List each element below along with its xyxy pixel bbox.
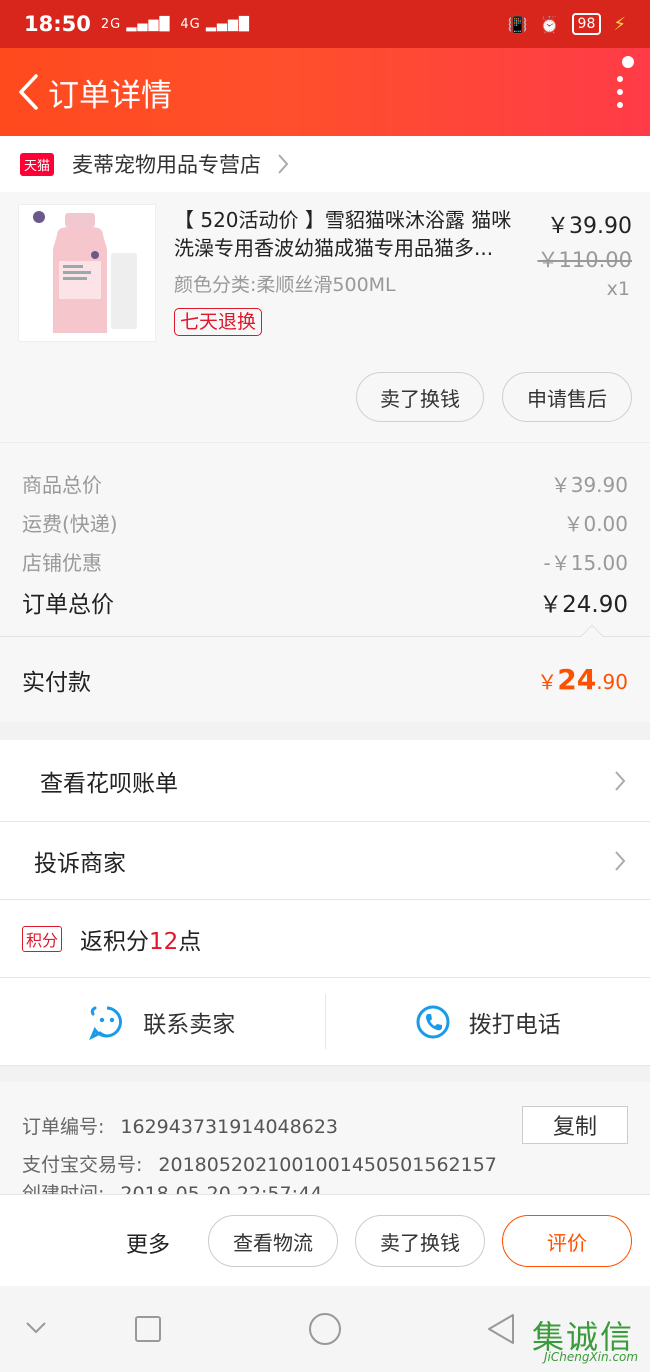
store-name: 麦蒂宠物用品专营店 [72, 153, 262, 177]
recent-apps-icon[interactable] [134, 1315, 162, 1343]
back-button[interactable] [0, 48, 46, 136]
chevron-right-icon [615, 850, 626, 871]
call-phone-button[interactable]: 拨打电话 [326, 978, 650, 1065]
product-card[interactable]: 【 520活动价 】雪貂猫咪沐浴露 猫咪洗澡专用香波幼猫成猫专用品猫多... 颜… [0, 192, 650, 442]
contact-seller-label: 联系卖家 [143, 1011, 236, 1038]
signal-indicator-2: 4G ▂▄▆█ [180, 16, 250, 32]
copy-order-number-button[interactable]: 复制 [522, 1106, 628, 1144]
huabei-bill-link[interactable]: 查看花呗账单 [0, 740, 650, 822]
cost-row-discount: 店铺优惠 -￥15.00 [22, 547, 628, 576]
vibrate-icon: 📳 [507, 14, 528, 34]
paid-integer: 24 [557, 663, 597, 696]
cost-label: 运费(快递) [22, 512, 118, 536]
complain-seller-link[interactable]: 投诉商家 [0, 822, 650, 900]
product-spec: 颜色分类:柔顺丝滑500ML [174, 274, 396, 296]
signal-indicator-1: 2G ▂▄▆█ [100, 16, 171, 32]
product-title: 【 520活动价 】雪貂猫咪沐浴露 猫咪洗澡专用香波幼猫成猫专用品猫多... [174, 208, 512, 260]
order-links: 查看花呗账单 投诉商家 积分 返积分12点 联系卖家 拨打电话 [0, 740, 650, 1066]
paid-amount: ￥24.90 [537, 663, 628, 696]
store-row[interactable]: 天猫 麦蒂宠物用品专营店 [0, 136, 650, 192]
more-menu-button[interactable] [590, 48, 650, 136]
shampoo-bottle-icon [33, 211, 137, 333]
alipay-trade-line: 支付宝交易号: 2018052021001001450501562157 [22, 1150, 497, 1177]
paid-amount-row: 实付款 ￥24.90 [0, 624, 650, 722]
created-time-value: 2018-05-20 22:57:44 [120, 1183, 323, 1194]
order-number-value: 162943731914048623 [120, 1116, 338, 1138]
status-time: 18:50 [24, 12, 91, 36]
chat-smiley-icon [89, 1006, 123, 1040]
notification-dot [622, 56, 634, 68]
points-suffix: 点 [178, 928, 202, 955]
cost-value: ￥0.00 [563, 512, 628, 536]
watermark-domain: JiChengXin.com [544, 1350, 639, 1364]
order-total-value: ￥24.90 [539, 592, 628, 618]
view-logistics-button[interactable]: 查看物流 [208, 1215, 338, 1267]
alarm-icon: ⏰ [539, 14, 560, 34]
paid-label: 实付款 [22, 669, 91, 696]
call-phone-label: 拨打电话 [468, 1011, 561, 1038]
points-row: 积分 返积分12点 [0, 900, 650, 978]
order-info: 订单编号: 162943731914048623 复制 支付宝交易号: 201805… [0, 1082, 650, 1194]
back-arrow-icon [19, 74, 38, 110]
charging-icon: ⚡ [613, 13, 626, 35]
chevron-right-icon [615, 770, 626, 791]
alipay-trade-label: 支付宝交易号: [22, 1154, 143, 1176]
points-prefix: 返积分 [80, 928, 150, 955]
cost-row-subtotal: 商品总价 ￥39.90 [22, 469, 628, 498]
points-value: 12 [149, 928, 179, 955]
order-total-row: 订单总价 ￥24.90 [22, 585, 628, 619]
contact-row: 联系卖家 拨打电话 [0, 978, 650, 1066]
more-dot-icon [617, 102, 623, 108]
cost-value: ￥39.90 [550, 473, 628, 497]
product-image[interactable] [18, 204, 156, 342]
signal-label-1: 2G [100, 16, 122, 32]
bottom-action-bar: 更多 查看物流 卖了换钱 评价 [0, 1194, 650, 1286]
cost-value: -￥15.00 [543, 551, 628, 575]
watermark-logo: 集诚信 JiChengXin.com [532, 1308, 644, 1368]
back-triangle-icon[interactable] [486, 1312, 516, 1346]
after-sale-button[interactable]: 申请售后 [502, 372, 632, 422]
tmall-badge: 天猫 [20, 152, 55, 176]
phone-icon [416, 1005, 450, 1038]
product-original-price: ￥110.00 [537, 248, 632, 272]
points-badge: 积分 [22, 925, 63, 952]
order-number-label: 订单编号: [22, 1116, 105, 1138]
paid-decimal: .90 [596, 670, 628, 694]
sell-for-cash-button[interactable]: 卖了换钱 [356, 372, 484, 422]
cost-breakdown: 商品总价 ￥39.90 运费(快递) ￥0.00 店铺优惠 -￥15.00 订单… [0, 442, 650, 636]
sell-for-cash-button-bottom[interactable]: 卖了换钱 [355, 1215, 485, 1267]
product-price: ￥39.90 [547, 214, 632, 239]
rate-button[interactable]: 评价 [502, 1215, 632, 1267]
huabei-bill-label: 查看花呗账单 [40, 770, 178, 797]
cost-label: 商品总价 [22, 473, 102, 497]
system-nav-bar: 集诚信 JiChengXin.com [0, 1286, 650, 1372]
created-time-line: 创建时间: 2018-05-20 22:57:44 [22, 1179, 322, 1194]
chevron-down-icon[interactable] [24, 1320, 48, 1336]
points-text: 返积分12点 [80, 922, 201, 956]
complain-seller-label: 投诉商家 [34, 850, 126, 877]
nav-bar: 订单详情 [0, 48, 650, 136]
product-quantity: x1 [606, 278, 630, 300]
battery-level: 98 [571, 13, 602, 35]
alipay-trade-value: 2018052021001001450501562157 [158, 1154, 497, 1176]
home-icon[interactable] [308, 1312, 342, 1346]
more-dot-icon [617, 76, 623, 82]
status-bar: 18:50 2G ▂▄▆█ 4G ▂▄▆█ 📳 ⏰ 98 ⚡ [0, 0, 650, 48]
created-time-label: 创建时间: [22, 1183, 105, 1194]
order-total-label: 订单总价 [22, 592, 114, 618]
cost-row-shipping: 运费(快递) ￥0.00 [22, 508, 628, 537]
page-title: 订单详情 [48, 77, 172, 114]
order-number-line: 订单编号: 162943731914048623 [22, 1112, 338, 1139]
chevron-right-icon [278, 154, 289, 174]
cost-label: 店铺优惠 [22, 551, 102, 575]
more-actions-button[interactable]: 更多 [126, 1227, 170, 1259]
return-policy-badge: 七天退换 [174, 308, 263, 336]
contact-seller-button[interactable]: 联系卖家 [0, 978, 325, 1065]
more-dot-icon [617, 89, 623, 95]
signal-label-2: 4G [180, 16, 201, 32]
paid-currency: ￥ [537, 670, 558, 694]
